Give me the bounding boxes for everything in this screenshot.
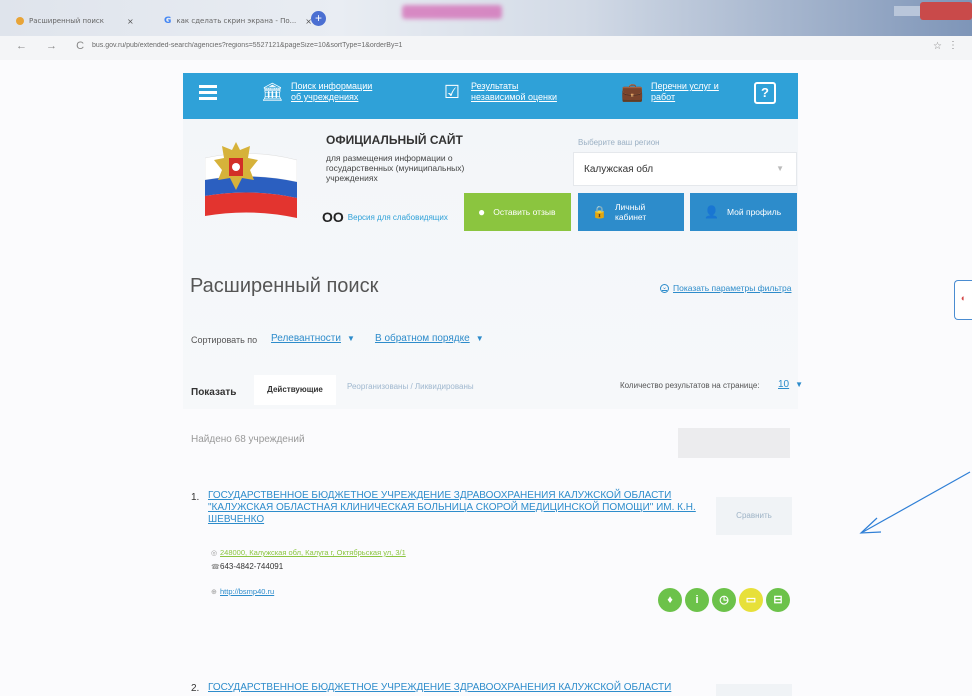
- lock-icon: 🔒: [592, 205, 607, 219]
- google-icon: G: [164, 16, 172, 26]
- show-label: Показать: [191, 387, 237, 398]
- chevron-circle-icon: ⌄: [660, 283, 669, 293]
- site-title: ОФИЦИАЛЬНЫЙ САЙТ: [326, 133, 463, 147]
- feedback-label: Оставить отзыв: [493, 207, 556, 217]
- result-address[interactable]: ◎ 248000, Калужская обл, Калуга г, Октябр…: [211, 548, 406, 557]
- location-pin-icon: ◎: [211, 550, 218, 557]
- region-select[interactable]: Калужская обл ▼: [573, 152, 797, 186]
- result-site[interactable]: ⊕ http://bsmp40.ru: [211, 587, 274, 596]
- close-tab-icon[interactable]: ×: [127, 17, 134, 26]
- site-navbar: 🏛 Поиск информации об учреждениях ☑ Резу…: [183, 73, 798, 119]
- result-number: 2.: [191, 683, 200, 694]
- nav-item-label[interactable]: Перечни услуг и работ: [651, 81, 737, 103]
- coat-of-arms-icon: [214, 142, 258, 190]
- window-minimize-button[interactable]: [894, 6, 920, 16]
- page-title: Расширенный поиск: [190, 275, 379, 297]
- region-value: Калужская обл: [584, 164, 654, 175]
- results-count: Найдено 68 учреждений: [191, 434, 305, 445]
- blurred-region: [402, 5, 502, 19]
- new-tab-button[interactable]: +: [311, 11, 326, 26]
- result-number: 1.: [191, 492, 200, 503]
- annotation-arrow-icon: [859, 471, 971, 534]
- nav-item-label[interactable]: Результаты независимой оценки: [471, 81, 571, 103]
- nav-item-search[interactable]: 🏛 Поиск информации об учреждениях: [261, 81, 377, 103]
- sort-label: Сортировать по: [191, 335, 258, 345]
- nav-item-results[interactable]: ☑ Результаты независимой оценки: [441, 81, 571, 103]
- site-text[interactable]: http://bsmp40.ru: [220, 587, 274, 596]
- low-vision-label[interactable]: Версия для слабовидящих: [348, 213, 448, 222]
- phone-text: 643-4842-744091: [220, 562, 284, 571]
- tab-favicon: [16, 17, 24, 25]
- show-filter-link[interactable]: ⌄ Показать параметры фильтра: [660, 283, 791, 293]
- screenshot: Расширенный поиск × G как сделать скрин …: [0, 0, 972, 696]
- sort-order-value: В обратном порядке: [375, 333, 470, 344]
- sort-field-select[interactable]: Релевантности ▼: [271, 333, 355, 344]
- speech-bubble-icon: ●: [478, 205, 486, 219]
- per-page-value: 10: [778, 379, 790, 390]
- url-field[interactable]: bus.gov.ru/pub/extended-search/agencies?…: [92, 42, 772, 49]
- tab-active[interactable]: Действующие: [254, 375, 336, 405]
- tab-reorganized[interactable]: Реорганизованы / Ликвидированы: [347, 382, 474, 391]
- thumb-up-icon[interactable]: ♦: [658, 588, 682, 612]
- window-close-button[interactable]: [920, 2, 972, 20]
- address-text[interactable]: 248000, Калужская обл, Калуга г, Октябрь…: [220, 548, 406, 557]
- caret-down-icon: ▼: [795, 380, 804, 389]
- nav-item-services[interactable]: 💼 Перечни услуг и работ: [621, 81, 737, 103]
- tab-title: как сделать скрин экрана - По...: [176, 17, 297, 25]
- clock-icon[interactable]: ◷: [712, 588, 736, 612]
- bookmark-star-icon[interactable]: ☆: [933, 41, 942, 52]
- nav-buttons[interactable]: ← → C: [16, 40, 92, 52]
- site-subtitle: для размещения информации о государствен…: [326, 153, 465, 183]
- cabinet-label: Личный кабинет: [614, 202, 647, 222]
- filter-link-label[interactable]: Показать параметры фильтра: [673, 283, 791, 293]
- info-icon[interactable]: i: [685, 588, 709, 612]
- briefcase-icon: 💼: [621, 82, 644, 102]
- sort-order-select[interactable]: В обратном порядке ▼: [375, 333, 484, 344]
- results-action-button[interactable]: [678, 428, 790, 458]
- result-phone: ☎643-4842-744091: [211, 562, 283, 571]
- side-feedback-widget[interactable]: ◐: [954, 280, 972, 320]
- cabinet-button[interactable]: 🔒 Личный кабинет: [578, 193, 684, 231]
- phone-icon: ☎: [211, 564, 220, 571]
- document-icon[interactable]: ▭: [739, 588, 763, 612]
- result-badges: ♦ i ◷ ▭ ⊟: [658, 588, 790, 612]
- region-label: Выберите ваш регион: [578, 138, 660, 147]
- printer-icon[interactable]: ⊟: [766, 588, 790, 612]
- caret-down-icon: ▼: [475, 334, 484, 343]
- compare-button[interactable]: Сравнить: [716, 497, 792, 535]
- chat-icon: ◐: [960, 293, 967, 303]
- sort-field-value: Релевантности: [271, 333, 341, 344]
- browser-tabbar: Расширенный поиск × G как сделать скрин …: [0, 0, 972, 36]
- help-icon[interactable]: ?: [754, 82, 776, 104]
- result-title-link[interactable]: ГОСУДАРСТВЕННОЕ БЮДЖЕТНОЕ УЧРЕЖДЕНИЕ ЗДР…: [208, 682, 698, 694]
- browser-tab-1[interactable]: Расширенный поиск ×: [8, 10, 142, 32]
- per-page-select[interactable]: 10 ▼: [778, 379, 803, 390]
- tab-title: Расширенный поиск: [29, 17, 105, 25]
- profile-label: Мой профиль: [726, 207, 782, 217]
- chevron-down-icon: ▼: [776, 164, 784, 173]
- building-icon: 🏛: [261, 82, 284, 102]
- profile-button[interactable]: 👤 Мой профиль: [690, 193, 797, 231]
- browser-menu-icon[interactable]: ⋮: [948, 40, 958, 51]
- low-vision-link[interactable]: OO Версия для слабовидящих: [322, 209, 448, 225]
- browser-tab-2[interactable]: G как сделать скрин экрана - По... ×: [156, 10, 320, 32]
- feedback-button[interactable]: ● Оставить отзыв: [464, 193, 571, 231]
- link-icon: ⊕: [211, 589, 217, 596]
- glasses-icon: OO: [322, 209, 344, 225]
- user-icon: 👤: [704, 205, 719, 219]
- caret-down-icon: ▼: [346, 334, 355, 343]
- result-title-link[interactable]: ГОСУДАРСТВЕННОЕ БЮДЖЕТНОЕ УЧРЕЖДЕНИЕ ЗДР…: [208, 490, 698, 526]
- hamburger-menu-icon[interactable]: [199, 85, 217, 100]
- compare-button[interactable]: [716, 684, 792, 696]
- checkbox-icon: ☑: [443, 82, 461, 102]
- per-page-label: Количество результатов на странице:: [620, 381, 760, 390]
- nav-item-label[interactable]: Поиск информации об учреждениях: [291, 81, 377, 103]
